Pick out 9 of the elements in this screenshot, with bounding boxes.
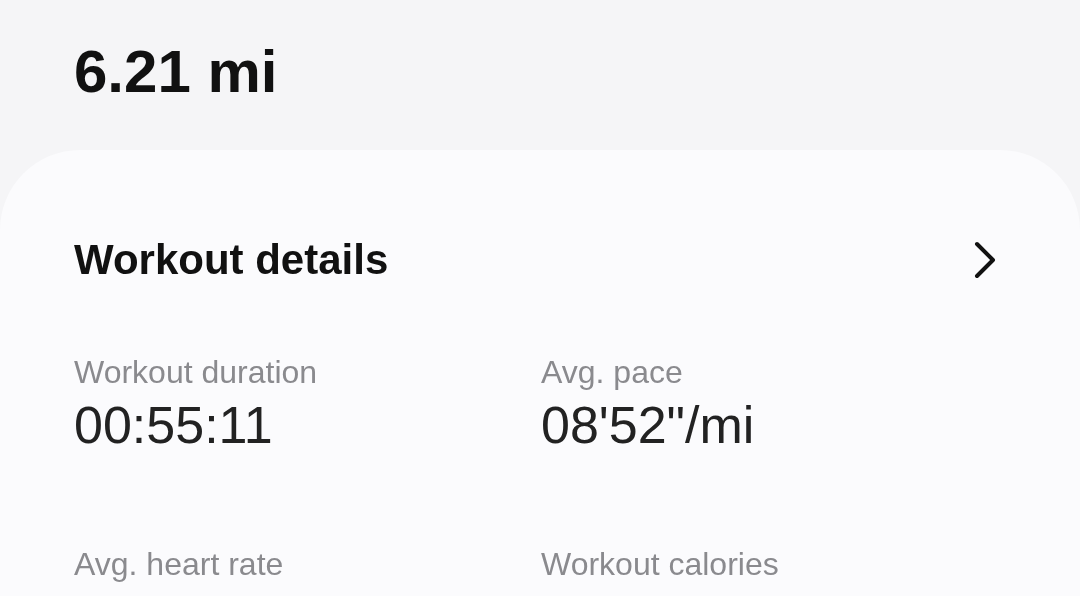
stat-label: Workout duration — [74, 353, 319, 392]
stat-label: Avg. heart rate — [74, 545, 285, 584]
stat-value: 00:55:11 — [74, 395, 274, 456]
section-title: Workout details — [74, 235, 389, 285]
chevron-right-icon[interactable] — [972, 240, 998, 280]
stat-value: 08'52"/mi — [541, 395, 756, 456]
distance-value: 6.21 mi — [74, 38, 278, 105]
stat-label: Workout calories — [541, 545, 780, 584]
stat-label: Avg. pace — [541, 353, 684, 392]
